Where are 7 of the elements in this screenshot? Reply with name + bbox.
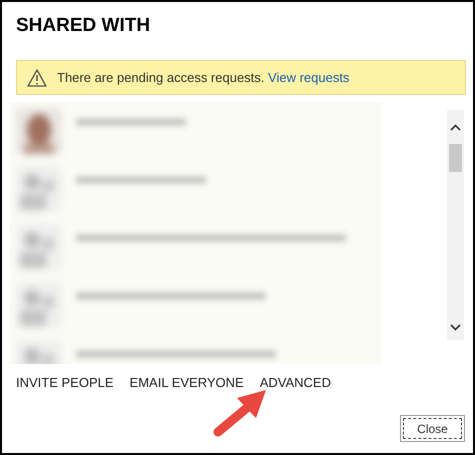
action-link[interactable]: INVITE PEOPLE (16, 373, 114, 392)
view-requests-link[interactable]: View requests (268, 70, 350, 85)
action-link[interactable]: ADVANCED (260, 373, 331, 392)
banner-message: There are pending access requests. View requests (57, 68, 350, 87)
close-button[interactable]: Close (400, 415, 465, 442)
dialog-title: SHARED WITH (16, 14, 150, 38)
action-link[interactable]: EMAIL EVERYONE (130, 373, 244, 392)
